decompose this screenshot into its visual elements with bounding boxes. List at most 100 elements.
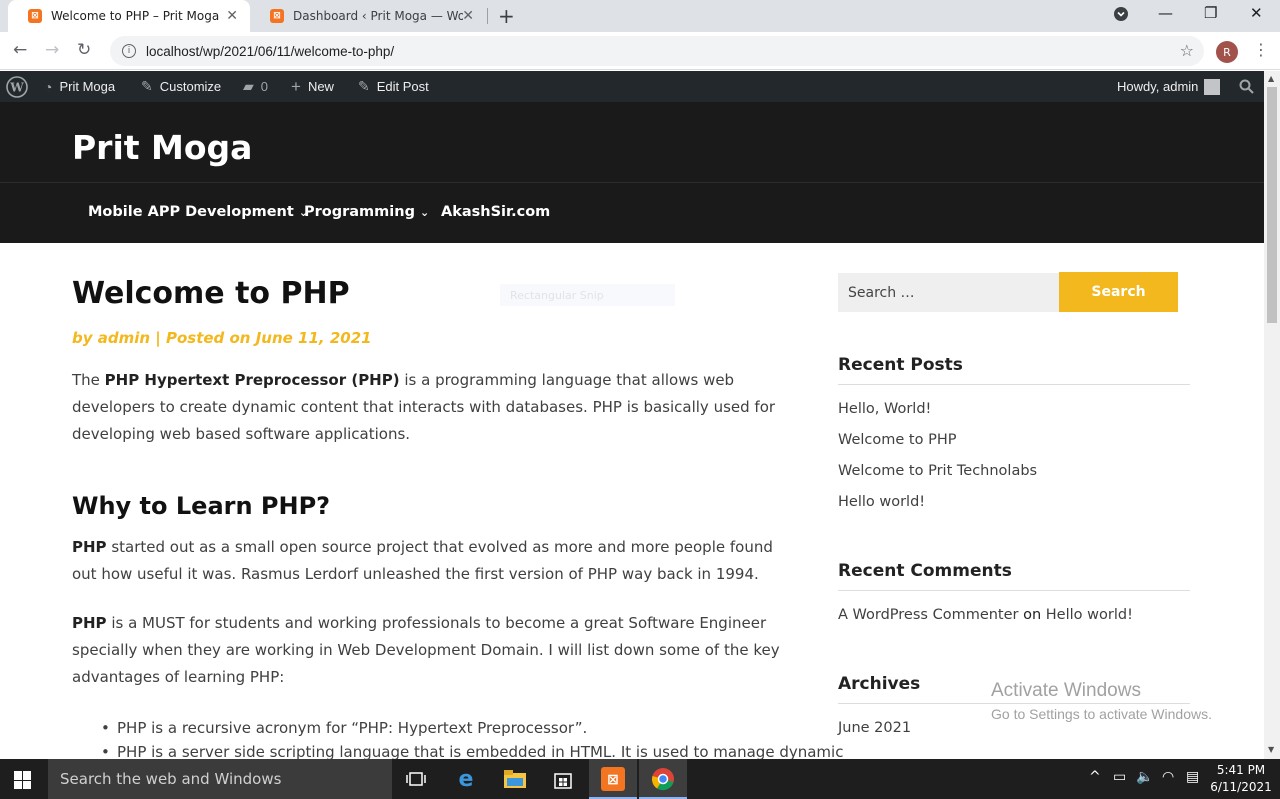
page-scrollbar[interactable]: ▲ ▼ — [1264, 71, 1280, 759]
reload-icon[interactable]: ↻ — [77, 40, 91, 60]
adminbar-edit-label: Edit Post — [376, 79, 429, 94]
file-explorer-icon[interactable] — [501, 765, 529, 793]
menu-label: Programming — [304, 204, 415, 220]
xampp-icon: ⊠ — [28, 9, 42, 23]
url-text: localhost/wp/2021/06/11/welcome-to-php/ — [146, 43, 395, 59]
profile-avatar[interactable]: R — [1216, 41, 1238, 63]
store-icon[interactable] — [549, 765, 577, 793]
snip-text: Rectangular Snip — [510, 288, 604, 302]
info-icon[interactable]: i — [122, 44, 136, 58]
close-icon[interactable]: ✕ — [462, 8, 474, 24]
p2-bold: PHP — [72, 538, 107, 556]
recent-comment: A WordPress Commenter on Hello world! — [838, 607, 1133, 623]
new-tab-button[interactable]: + — [498, 4, 515, 28]
close-icon[interactable]: ✕ — [226, 8, 238, 24]
xampp-icon[interactable]: ⊠ — [599, 765, 627, 793]
comment-author-link[interactable]: A WordPress Commenter — [838, 607, 1019, 623]
adminbar-customize[interactable]: ✎ Customize — [141, 71, 221, 102]
site-title[interactable]: Prit Moga — [72, 128, 252, 167]
address-bar[interactable]: i localhost/wp/2021/06/11/welcome-to-php… — [110, 36, 1204, 66]
comment-bubble-icon: ▰ — [243, 78, 254, 94]
advantages-list: PHP is a recursive acronym for “PHP: Hyp… — [101, 716, 843, 764]
comment-on-text: on — [1023, 607, 1042, 623]
minimize-button[interactable]: — — [1158, 4, 1173, 22]
browser-toolbar: ← → ↻ i localhost/wp/2021/06/11/welcome-… — [0, 32, 1280, 70]
wifi-icon[interactable]: ◠ — [1162, 769, 1174, 785]
adminbar-my-account[interactable]: Howdy, admin — [1117, 71, 1221, 102]
bookmark-star-icon[interactable]: ☆ — [1180, 41, 1194, 60]
close-window-button[interactable]: ✕ — [1250, 4, 1263, 22]
watermark-line1: Activate Windows — [991, 680, 1141, 701]
menu-item-programming[interactable]: Programming ⌄ — [304, 204, 429, 220]
xampp-icon: ⊠ — [270, 9, 284, 23]
scroll-up-arrow-icon[interactable]: ▲ — [1268, 74, 1274, 83]
tab-strip: ⊠ Welcome to PHP – Prit Moga ✕ ⊠ Dashboa… — [0, 0, 1280, 32]
menu-item-akashsir[interactable]: AkashSir.com — [441, 204, 550, 220]
wp-admin-bar: W ◔ Prit Moga ✎ Customize ▰ 0 + New ✎ Ed… — [0, 71, 1264, 102]
recent-posts-title: Recent Posts — [838, 355, 1190, 385]
forward-arrow-icon[interactable]: → — [45, 40, 59, 60]
activate-windows-watermark: Activate Windows Go to Settings to activ… — [991, 680, 1212, 722]
p3-text: is a MUST for students and working profe… — [72, 614, 780, 686]
recent-post-link[interactable]: Welcome to PHP — [838, 432, 957, 448]
chrome-icon[interactable] — [649, 765, 677, 793]
adminbar-new-label: New — [307, 79, 334, 94]
taskbar-clock[interactable]: 5:41 PM 6/11/2021 — [1210, 762, 1272, 796]
list-item: PHP is a recursive acronym for “PHP: Hyp… — [101, 716, 807, 740]
snip-overlay: Rectangular Snip — [500, 284, 675, 306]
pencil-icon: ✎ — [358, 78, 370, 94]
search-button[interactable]: Search — [1059, 272, 1178, 312]
volume-icon[interactable]: 🔈 — [1136, 769, 1153, 785]
tab-title: Welcome to PHP – Prit Moga — [51, 9, 220, 23]
p3-bold: PHP — [72, 614, 107, 632]
clock-date: 6/11/2021 — [1210, 780, 1272, 794]
notification-icon[interactable]: ▤ — [1186, 769, 1199, 785]
wordpress-logo-icon[interactable]: W — [6, 71, 28, 102]
scroll-thumb[interactable] — [1267, 87, 1277, 323]
menu-item-mobile-app[interactable]: Mobile APP Development ⌄ — [88, 204, 308, 220]
battery-icon[interactable]: ▭ — [1113, 769, 1126, 785]
scroll-down-arrow-icon[interactable]: ▼ — [1268, 745, 1274, 754]
tab-welcome-to-php[interactable]: ⊠ Welcome to PHP – Prit Moga ✕ — [8, 0, 250, 32]
task-view-icon[interactable] — [402, 765, 430, 793]
intro-pre: The — [72, 371, 105, 389]
archive-link[interactable]: June 2021 — [838, 720, 911, 736]
windows-start-icon[interactable] — [14, 771, 32, 789]
adminbar-site-link[interactable]: ◔ Prit Moga — [44, 71, 115, 102]
adminbar-customize-label: Customize — [159, 79, 222, 94]
tab-search-icon[interactable] — [1114, 7, 1128, 25]
adminbar-edit-post[interactable]: ✎ Edit Post — [358, 71, 429, 102]
windows-taskbar: Search the web and Windows e ⊠ ^ ▭ 🔈 ◠ ▤… — [0, 759, 1280, 799]
comment-post-link[interactable]: Hello world! — [1046, 607, 1133, 623]
comments-count: 0 — [260, 79, 269, 94]
restore-button[interactable]: ❐ — [1204, 4, 1217, 22]
post-intro-paragraph: The PHP Hypertext Preprocessor (PHP) is … — [72, 367, 788, 448]
menu-label: AkashSir.com — [441, 204, 551, 220]
recent-post-link[interactable]: Hello, World! — [838, 401, 931, 417]
site-header: Prit Moga Mobile APP Development ⌄ Progr… — [0, 102, 1264, 243]
search-input[interactable]: Search … — [838, 273, 1059, 312]
chevron-up-icon[interactable]: ^ — [1089, 769, 1101, 785]
tab-separator — [487, 8, 488, 24]
clock-time: 5:41 PM — [1216, 763, 1266, 777]
recent-post-link[interactable]: Hello world! — [838, 494, 925, 510]
tab-dashboard[interactable]: ⊠ Dashboard ‹ Prit Moga — WordP ✕ — [250, 0, 486, 32]
post-meta[interactable]: by admin | Posted on June 11, 2021 — [72, 329, 372, 347]
back-arrow-icon[interactable]: ← — [13, 40, 27, 60]
taskbar-search-box[interactable]: Search the web and Windows — [48, 759, 392, 799]
header-divider — [0, 182, 1264, 183]
edge-browser-icon[interactable]: e — [452, 765, 480, 793]
adminbar-search-icon[interactable] — [1239, 71, 1254, 102]
post-paragraph-3: PHP is a MUST for students and working p… — [72, 610, 788, 691]
recent-post-link[interactable]: Welcome to Prit Technolabs — [838, 463, 1037, 479]
svg-text:W: W — [9, 80, 24, 94]
menu-label: Mobile APP Development — [88, 204, 294, 220]
user-avatar-icon — [1204, 78, 1221, 95]
chrome-menu-icon[interactable]: ⋮ — [1253, 40, 1269, 59]
recent-comments-title: Recent Comments — [838, 561, 1190, 591]
adminbar-new[interactable]: + New — [291, 71, 334, 102]
section-heading: Why to Learn PHP? — [72, 492, 331, 520]
dashboard-gauge-icon: ◔ — [44, 78, 53, 95]
adminbar-comments[interactable]: ▰ 0 — [243, 71, 268, 102]
tab-title: Dashboard ‹ Prit Moga — WordP — [293, 9, 463, 23]
